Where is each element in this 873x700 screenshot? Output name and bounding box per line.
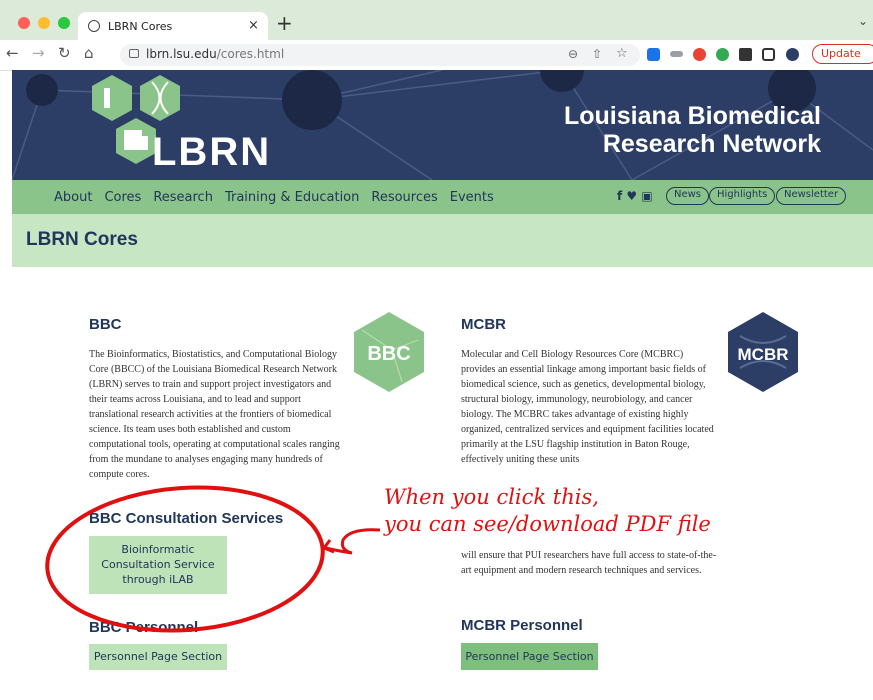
social-icons: f ♥ ▣ (617, 189, 653, 203)
url-text: lbrn.lsu.edu/cores.html (146, 47, 284, 61)
tab-title: LBRN Cores (108, 20, 173, 33)
site-navigation: About Cores Research Training & Education Re… (12, 180, 873, 214)
profile-avatar-icon[interactable] (786, 48, 799, 61)
font-extension-icon[interactable] (670, 51, 683, 57)
youtube-icon[interactable]: ▣ (641, 189, 652, 203)
bbc-hexagon-icon: BBC (354, 312, 424, 392)
bbc-personnel-heading: BBC Personnel (89, 619, 199, 636)
mcbr-description-bottom: will ensure that PUI researchers have fu… (461, 550, 717, 576)
url-host: lbrn.lsu.edu (146, 47, 217, 61)
bbc-badge-text: BBC (367, 343, 410, 365)
url-path: /cores.html (216, 47, 285, 61)
newsletter-pill[interactable]: Newsletter (776, 187, 847, 205)
bbc-personnel-button[interactable]: Personnel Page Section (89, 644, 227, 670)
bbc-consultation-heading: BBC Consultation Services (89, 510, 284, 527)
annotation-line1: When you click this, (384, 485, 599, 509)
puzzle-icon[interactable] (739, 48, 752, 61)
nav-item-cores[interactable]: Cores (104, 190, 141, 205)
nav-links: About Cores Research Training & Education Re… (54, 190, 506, 205)
mcbr-personnel-heading: MCBR Personnel (461, 617, 583, 634)
forward-icon[interactable]: → (32, 44, 45, 62)
close-window-icon[interactable] (18, 17, 30, 29)
nav-item-training[interactable]: Training & Education (225, 190, 359, 205)
home-icon[interactable]: ⌂ (84, 44, 94, 62)
browser-tab[interactable]: LBRN Cores × (78, 12, 268, 42)
maximize-window-icon[interactable] (58, 17, 70, 29)
annotation-text: When you click this, you can see/downloa… (384, 484, 711, 538)
address-toolbar: ← → ↻ ⌂ lbrn.lsu.edu/cores.html ⊖ ⇧ ☆ Up… (0, 40, 873, 71)
color-extension-icon[interactable] (716, 48, 729, 61)
back-icon[interactable]: ← (6, 44, 19, 62)
bioinformatic-consultation-button[interactable]: Bioinformatic Consultation Service throu… (89, 536, 227, 594)
lock-icon (129, 49, 139, 58)
annotation-line2: you can see/download PDF file (384, 512, 711, 536)
site-header-banner: LBRN Louisiana Biomedical Research Netwo… (12, 70, 873, 180)
logo-text: LBRN (152, 130, 272, 174)
mcbr-hexagon-icon: MCBR (728, 312, 798, 392)
browser-tab-bar: LBRN Cores × + ⌄ (0, 0, 873, 42)
site-title-line1: Louisiana Biomedical (563, 102, 821, 130)
mcbr-heading: MCBR (461, 316, 506, 333)
nav-item-resources[interactable]: Resources (371, 190, 437, 205)
annotation-arrow (325, 528, 381, 555)
new-tab-button[interactable]: + (276, 11, 293, 35)
minimize-window-icon[interactable] (38, 17, 50, 29)
chevron-down-icon[interactable]: ⌄ (858, 14, 868, 28)
mcbr-badge-text: MCBR (738, 345, 789, 364)
zoom-icon[interactable]: ⊖ (568, 47, 578, 61)
nav-item-about[interactable]: About (54, 190, 92, 205)
page-title-bar: LBRN Cores (12, 214, 873, 267)
reload-icon[interactable]: ↻ (58, 44, 71, 62)
nav-item-research[interactable]: Research (153, 190, 213, 205)
mcbr-personnel-button[interactable]: Personnel Page Section (461, 643, 598, 670)
share-icon[interactable]: ⇧ (592, 47, 602, 61)
update-label: Update (821, 47, 861, 60)
site-title: Louisiana Biomedical Research Network (564, 102, 821, 158)
nav-item-events[interactable]: Events (450, 190, 494, 205)
extension-icon[interactable] (647, 48, 660, 61)
annotation-arrowhead (321, 539, 335, 554)
tab-close-icon[interactable]: × (248, 18, 259, 33)
globe-icon (88, 20, 100, 32)
site-title-line2: Research Network (602, 130, 821, 158)
bbc-description: The Bioinformatics, Biostatistics, and C… (89, 349, 340, 480)
mcbr-description-top: Molecular and Cell Biology Resources Cor… (461, 349, 714, 465)
highlights-pill[interactable]: Highlights (709, 187, 776, 205)
bbc-heading: BBC (89, 316, 122, 333)
twitter-icon[interactable]: ♥ (626, 189, 637, 203)
bookmark-star-icon[interactable]: ☆ (616, 46, 628, 61)
update-button[interactable]: Update (812, 44, 873, 64)
sidebar-icon[interactable] (762, 48, 775, 61)
news-pill[interactable]: News (666, 187, 710, 205)
url-bar[interactable]: lbrn.lsu.edu/cores.html ⊖ ⇧ ☆ (120, 44, 640, 66)
adblock-icon[interactable] (693, 48, 706, 61)
facebook-icon[interactable]: f (617, 189, 622, 203)
page-title: LBRN Cores (26, 229, 138, 250)
